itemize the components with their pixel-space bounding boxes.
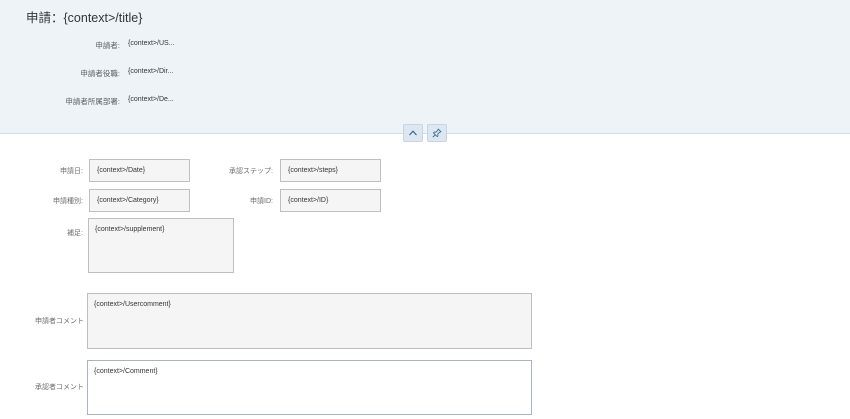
request-id-field[interactable]: {context>/ID} <box>280 189 381 212</box>
request-date-label: 申請日: <box>60 168 83 175</box>
applicant-comment-textarea[interactable]: {context>/Usercomment} <box>87 293 532 349</box>
approver-comment-label: 承認者コメント <box>35 384 84 391</box>
request-id-label: 申請ID: <box>250 198 273 205</box>
request-category-label: 申請種別: <box>53 198 83 205</box>
applicant-department-value: {context>/De... <box>128 96 174 103</box>
applicant-value: {context>/US... <box>128 40 175 47</box>
pin-icon <box>432 128 442 138</box>
applicant-position-value: {context>/Dir... <box>128 68 174 75</box>
applicant-comment-label: 申請者コメント <box>35 318 84 325</box>
request-date-field[interactable]: {context>/Date} <box>89 159 190 182</box>
applicant-department-label: 申請者所属部署: <box>65 97 120 106</box>
approval-step-field[interactable]: {context>/steps} <box>280 159 381 182</box>
supplement-label: 補足: <box>67 230 83 237</box>
request-category-field[interactable]: {context>/Category} <box>89 189 190 212</box>
object-page-header: 申請：{context>/title} 申請者: {context>/US...… <box>0 0 850 133</box>
supplement-textarea[interactable]: {context>/supplement} <box>88 218 234 273</box>
approval-step-label: 承認ステップ: <box>229 168 273 175</box>
pin-header-button[interactable] <box>427 124 447 142</box>
collapse-header-button[interactable] <box>403 124 423 142</box>
applicant-position-label: 申請者役職: <box>80 69 120 78</box>
page-title: 申請：{context>/title} <box>26 11 143 25</box>
header-divider <box>0 133 850 134</box>
chevron-up-icon <box>409 130 417 136</box>
applicant-label: 申請者: <box>95 41 120 50</box>
approver-comment-textarea[interactable]: {context>/Comment} <box>87 360 532 415</box>
